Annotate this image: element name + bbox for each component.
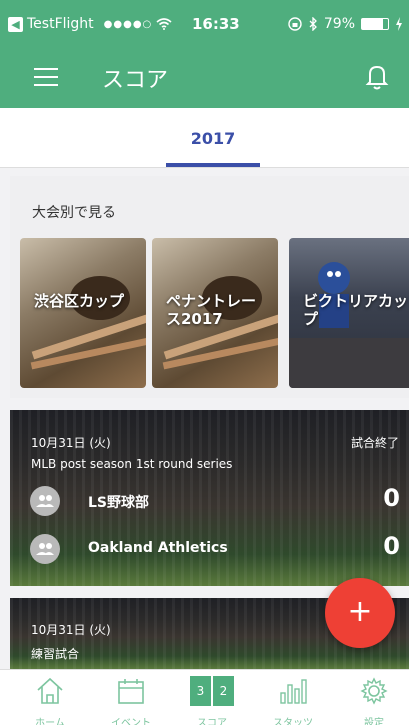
scoreboard-digit: 3 bbox=[190, 676, 211, 706]
page-title: スコア bbox=[102, 68, 169, 93]
nav-item-score[interactable]: 3 2 スコア bbox=[172, 670, 252, 725]
tournament-card[interactable]: ペナントレース2017 bbox=[152, 238, 278, 388]
bell-icon[interactable] bbox=[363, 62, 391, 92]
nav-label: 設定 bbox=[364, 718, 384, 725]
scoreboard-digit: 2 bbox=[213, 676, 234, 706]
baseball-glove-image bbox=[30, 276, 146, 370]
bluetooth-icon bbox=[309, 17, 317, 31]
tournament-card[interactable]: ビクトリアカップ bbox=[289, 238, 409, 388]
nav-label: スタッツ bbox=[273, 718, 313, 725]
tournament-card-label: 渋谷区カップ bbox=[34, 292, 125, 310]
game-card[interactable]: 10月31日 (火) 試合終了 MLB post season 1st roun… bbox=[10, 410, 409, 586]
tab-active-indicator bbox=[166, 163, 260, 167]
clock: 16:33 bbox=[192, 15, 240, 33]
add-game-button[interactable]: + bbox=[325, 578, 395, 648]
nav-label: スコア bbox=[197, 718, 227, 725]
tab-2017[interactable]: 2017 bbox=[166, 108, 260, 168]
nav-label: ホーム bbox=[35, 718, 65, 725]
status-bar: ◀ TestFlight ●●●●○ 16:33 79% bbox=[0, 0, 409, 48]
team-people-icon bbox=[36, 543, 54, 555]
team-avatar bbox=[30, 534, 60, 564]
nav-label: イベント bbox=[111, 718, 151, 725]
nav-item-settings[interactable]: 設定 bbox=[334, 670, 409, 725]
calendar-icon bbox=[118, 679, 144, 704]
tournament-card-label: ペナントレース2017 bbox=[166, 292, 257, 328]
gear-icon bbox=[360, 677, 388, 705]
nav-item-stats[interactable]: スタッツ bbox=[253, 670, 333, 725]
battery-fill bbox=[362, 19, 383, 29]
bottom-nav: ホーム イベント 3 2 スコア スタッツ 設定 bbox=[0, 669, 409, 725]
back-to-app-icon[interactable]: ◀ bbox=[8, 16, 23, 32]
team-avatar bbox=[30, 486, 60, 516]
wifi-icon bbox=[156, 18, 172, 30]
game-date: 10月31日 (火) bbox=[31, 623, 111, 637]
battery-percent: 79% bbox=[323, 16, 355, 32]
game-name: MLB post season 1st round series bbox=[31, 457, 233, 471]
nav-item-events[interactable]: イベント bbox=[91, 670, 171, 725]
app-bar: スコア bbox=[0, 48, 409, 108]
team-name: LS野球部 bbox=[88, 495, 150, 511]
team-row: LS野球部 0 bbox=[30, 484, 400, 516]
team-score: 0 bbox=[383, 532, 400, 560]
scoreboard-icon: 3 2 bbox=[190, 676, 234, 706]
game-name: 練習試合 bbox=[31, 647, 80, 661]
back-app-label[interactable]: TestFlight bbox=[27, 16, 94, 32]
signal-icon: ●●●●○ bbox=[103, 18, 153, 30]
rotation-lock-icon bbox=[288, 17, 302, 31]
tournament-card-label: ビクトリアカップ bbox=[303, 292, 409, 328]
home-icon bbox=[37, 677, 63, 704]
nav-item-home[interactable]: ホーム bbox=[10, 670, 90, 725]
tournament-section-title: 大会別で見る bbox=[32, 205, 116, 221]
team-row: Oakland Athletics 0 bbox=[30, 532, 400, 564]
hamburger-menu-icon[interactable] bbox=[34, 68, 58, 86]
status-bar-left: ◀ TestFlight ●●●●○ bbox=[8, 16, 172, 32]
game-status: 試合終了 bbox=[350, 436, 399, 450]
bar-chart-icon bbox=[280, 679, 307, 704]
tournament-card[interactable]: 渋谷区カップ bbox=[20, 238, 146, 388]
charging-icon bbox=[396, 17, 402, 31]
tournament-section: 大会別で見る 渋谷区カップ ペナントレース2017 ビクトリアカップ bbox=[10, 176, 409, 398]
battery-icon bbox=[361, 18, 389, 30]
team-name: Oakland Athletics bbox=[88, 540, 228, 556]
game-date: 10月31日 (火) bbox=[31, 436, 111, 450]
team-people-icon bbox=[36, 495, 54, 507]
status-bar-right: 79% bbox=[288, 16, 403, 32]
year-tabs: 2017 bbox=[0, 108, 409, 168]
team-score: 0 bbox=[383, 484, 400, 512]
